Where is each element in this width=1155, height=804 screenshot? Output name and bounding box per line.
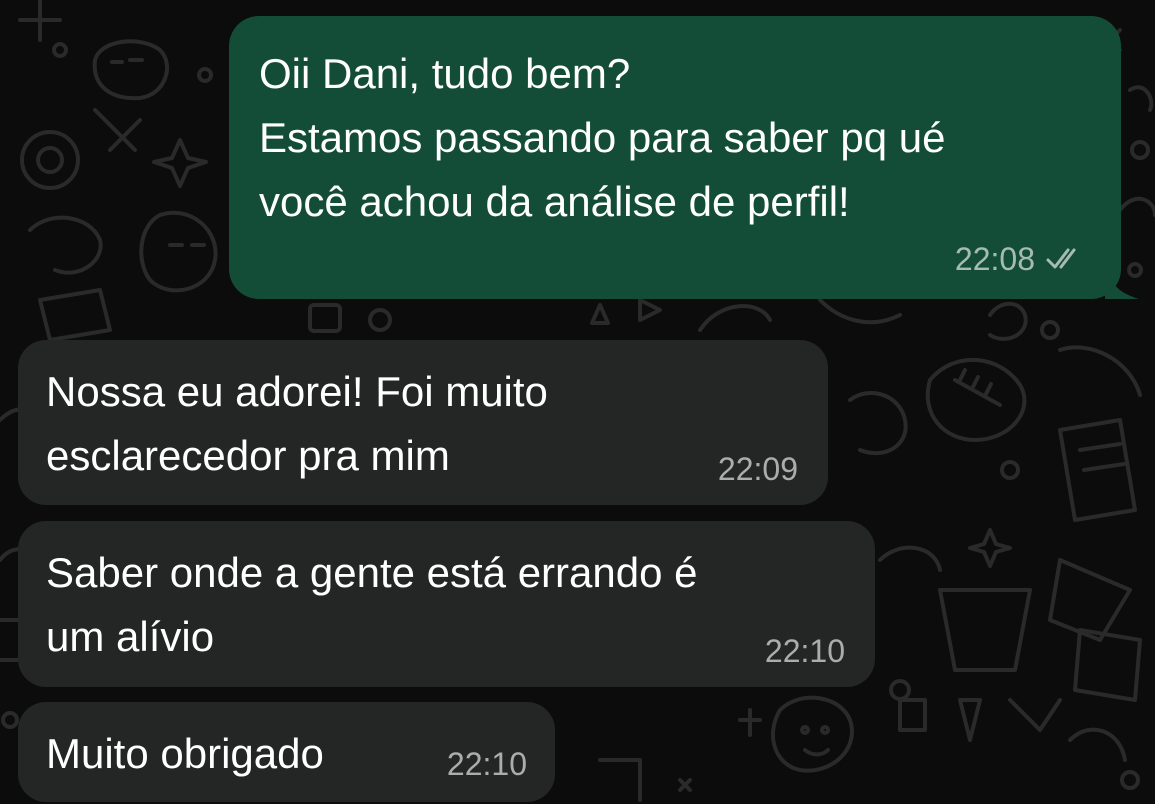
message-meta: 22:08 bbox=[955, 241, 1089, 277]
message-text: Nossa eu adorei! Foi muito esclarecedor … bbox=[46, 368, 548, 479]
message-meta: 22:10 bbox=[765, 633, 845, 669]
message-text: Oii Dani, tudo bem? Estamos passando par… bbox=[259, 50, 946, 225]
message-time: 22:10 bbox=[764, 633, 845, 669]
message-meta: 22:10 bbox=[447, 746, 527, 782]
message-incoming[interactable]: Saber onde a gente está errando é um alí… bbox=[18, 521, 875, 687]
message-incoming[interactable]: Muito obrigado 22:10 bbox=[18, 702, 555, 802]
message-time: 22:10 bbox=[446, 746, 527, 782]
bubble-tail bbox=[1105, 265, 1139, 299]
message-incoming[interactable]: Nossa eu adorei! Foi muito esclarecedor … bbox=[18, 340, 828, 505]
message-time: 22:09 bbox=[717, 451, 798, 487]
double-check-icon bbox=[1046, 248, 1076, 269]
message-time: 22:08 bbox=[954, 241, 1035, 277]
chat-area[interactable]: Oii Dani, tudo bem? Estamos passando par… bbox=[0, 0, 1155, 804]
message-outgoing[interactable]: Oii Dani, tudo bem? Estamos passando par… bbox=[229, 16, 1139, 299]
message-meta: 22:09 bbox=[718, 451, 798, 487]
message-text: Saber onde a gente está errando é um alí… bbox=[46, 549, 698, 660]
